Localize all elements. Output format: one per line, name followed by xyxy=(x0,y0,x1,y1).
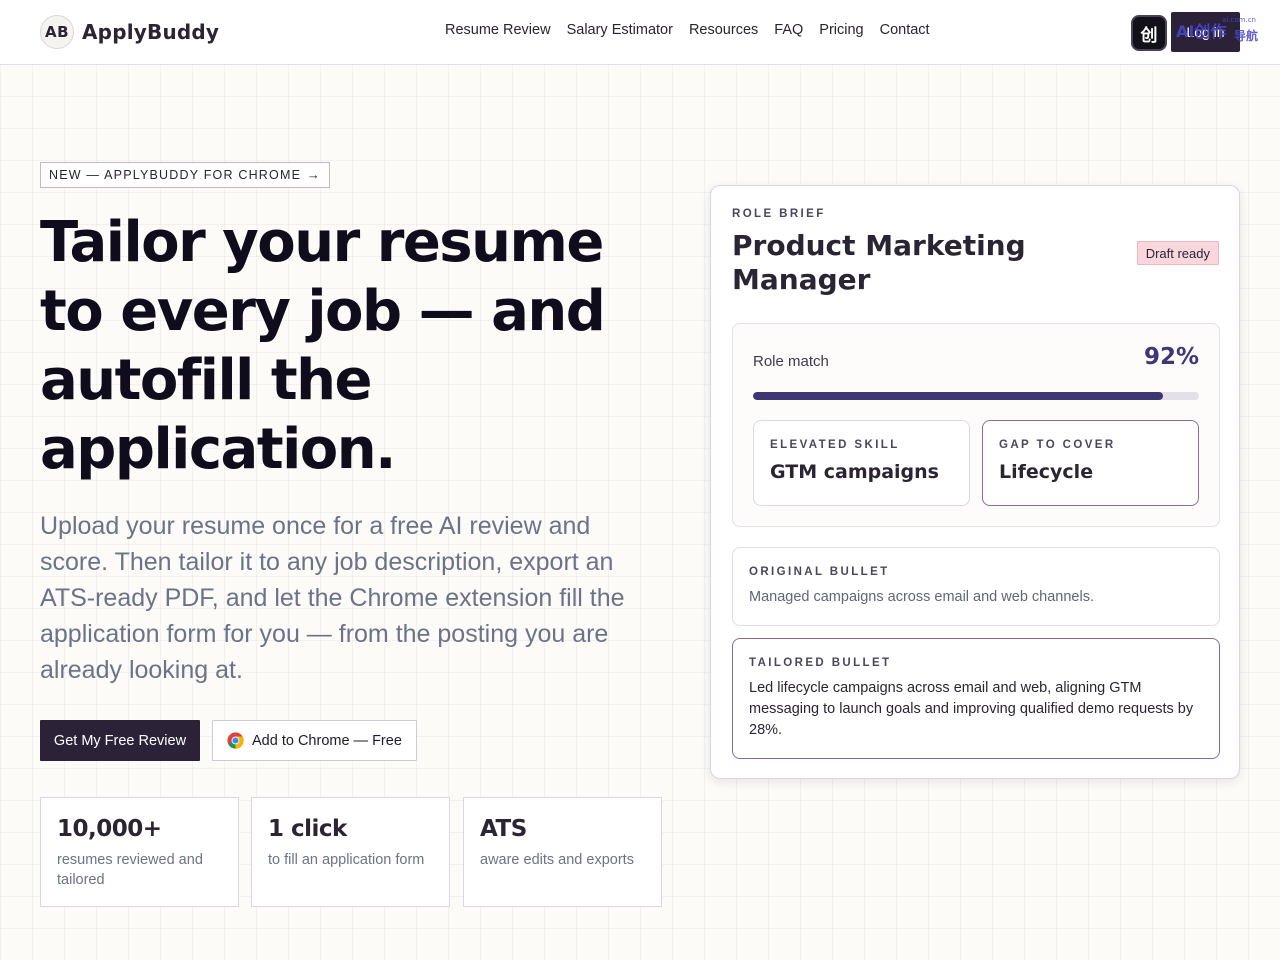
nav-link-salary-estimator[interactable]: Salary Estimator xyxy=(567,22,673,38)
stat-card: 1 click to fill an application form xyxy=(251,797,450,907)
stat-value: 1 click xyxy=(268,816,347,842)
role-match-progress xyxy=(753,392,1199,400)
original-bullet-text: Managed campaigns across email and web c… xyxy=(749,589,1094,605)
status-badge: Draft ready xyxy=(1136,241,1219,265)
tailored-bullet-label: TAILORED BULLET xyxy=(749,657,892,669)
original-bullet-label: ORIGINAL BULLET xyxy=(749,566,890,578)
stat-caption: aware edits and exports xyxy=(480,852,634,868)
nav-link-pricing[interactable]: Pricing xyxy=(819,22,863,38)
brand-logo[interactable]: AB ApplyBuddy xyxy=(40,14,219,50)
gap-to-cover-box: GAP TO COVER Lifecycle xyxy=(982,420,1199,506)
role-match-progress-fill xyxy=(753,392,1164,400)
overlay-app-icon[interactable]: 创 xyxy=(1131,15,1167,51)
gap-to-cover-value: Lifecycle xyxy=(999,461,1094,483)
card-eyebrow: ROLE BRIEF xyxy=(732,208,826,220)
role-title: Product Marketing Manager xyxy=(732,229,1026,296)
stat-value: ATS xyxy=(480,816,527,842)
elevated-skill-box: ELEVATED SKILL GTM campaigns xyxy=(753,420,970,506)
original-bullet-box: ORIGINAL BULLET Managed campaigns across… xyxy=(732,547,1220,626)
get-free-review-button[interactable]: Get My Free Review xyxy=(40,720,200,761)
stat-caption: to fill an application form xyxy=(268,852,425,868)
logo-mark-icon: AB xyxy=(40,15,74,49)
hero-title: Tailor your resume to every job — and au… xyxy=(40,210,606,482)
login-button[interactable]: Log in xyxy=(1171,12,1240,52)
nav-link-contact[interactable]: Contact xyxy=(880,22,930,38)
nav-link-faq[interactable]: FAQ xyxy=(774,22,803,38)
tailored-bullet-box: TAILORED BULLET Led lifecycle campaigns … xyxy=(732,638,1220,759)
role-match-value: 92% xyxy=(1143,344,1199,370)
arrow-right-icon: → xyxy=(306,167,322,182)
elevated-skill-value: GTM campaigns xyxy=(770,461,939,483)
chrome-icon xyxy=(227,732,244,749)
nav-link-resume-review[interactable]: Resume Review xyxy=(445,22,551,38)
add-to-chrome-button[interactable]: Add to Chrome — Free xyxy=(212,720,417,761)
announcement-pill-text: NEW — APPLYBUDDY FOR CHROME xyxy=(49,168,302,182)
site-header: AB ApplyBuddy Resume Review Salary Estim… xyxy=(0,0,1280,65)
elevated-skill-label: ELEVATED SKILL xyxy=(770,439,900,451)
nav-link-resources[interactable]: Resources xyxy=(689,22,758,38)
main-nav: Resume Review Salary Estimator Resources… xyxy=(445,22,930,38)
role-match-panel: Role match 92% ELEVATED SKILL GTM campai… xyxy=(732,323,1220,527)
stat-caption: resumes reviewed and tailored xyxy=(57,852,203,888)
stat-card: ATS aware edits and exports xyxy=(463,797,662,907)
role-brief-card: ROLE BRIEF Product Marketing Manager Dra… xyxy=(710,185,1240,779)
role-match-label: Role match xyxy=(753,353,829,370)
announcement-pill[interactable]: NEW — APPLYBUDDY FOR CHROME → xyxy=(40,162,331,188)
tailored-bullet-text: Led lifecycle campaigns across email and… xyxy=(749,680,1194,738)
add-to-chrome-label: Add to Chrome — Free xyxy=(252,732,402,749)
stat-value: 10,000+ xyxy=(57,816,162,842)
gap-to-cover-label: GAP TO COVER xyxy=(999,439,1116,451)
brand-name: ApplyBuddy xyxy=(82,20,220,44)
hero-subtitle: Upload your resume once for a free AI re… xyxy=(40,512,625,684)
stat-card: 10,000+ resumes reviewed and tailored xyxy=(40,797,239,907)
